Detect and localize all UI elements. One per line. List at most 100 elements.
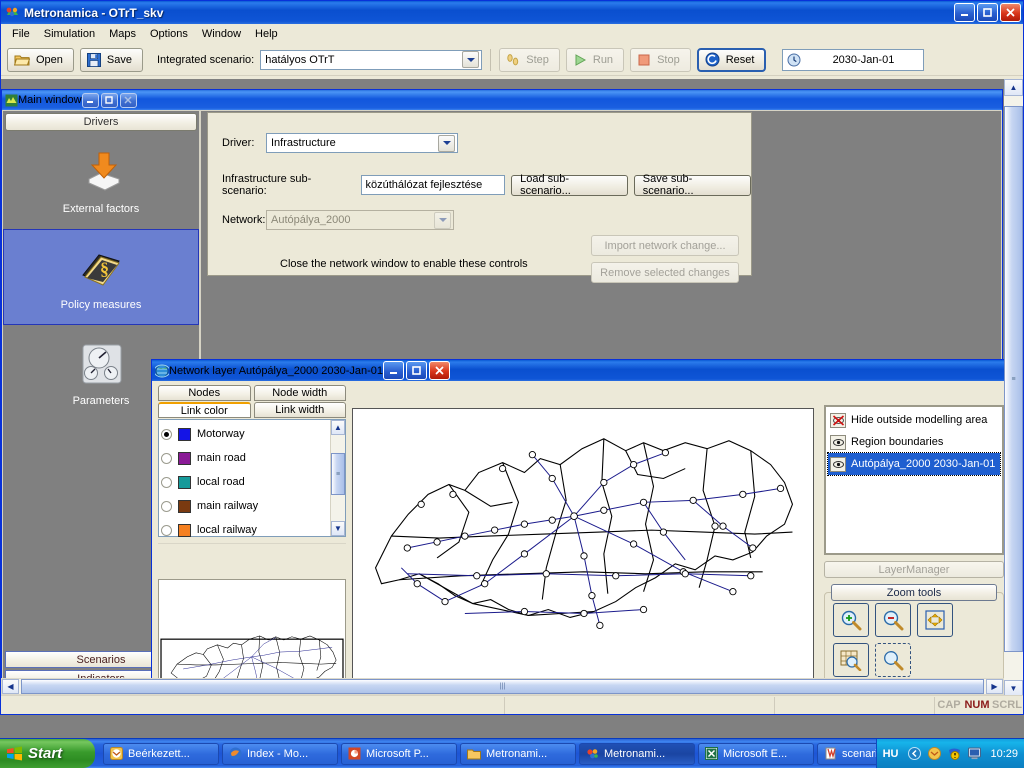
step-button[interactable]: Step [499,47,560,72]
simulation-date-field[interactable]: 2030-Jan-01 [782,48,925,71]
main-maximize-button[interactable] [100,92,118,108]
zoom-grid-icon[interactable] [833,643,869,677]
subscenario-field[interactable]: közúthálózat fejlesztése [360,175,506,195]
radio-icon[interactable] [161,500,172,512]
scroll-down-icon[interactable]: ▼ [331,521,345,536]
zoom-window-icon[interactable] [875,643,911,677]
open-button[interactable]: Open [7,47,74,72]
list-item[interactable]: Motorway [161,422,330,446]
zoom-extent-icon[interactable] [917,603,953,637]
eye-icon[interactable] [830,456,846,472]
hidden-eye-icon[interactable] [830,412,846,428]
mdi-vscrollbar[interactable]: ▲ ≡ ▼ [1004,79,1023,697]
tab-nodes[interactable]: Nodes [158,385,251,401]
network-map-canvas[interactable] [352,408,814,682]
eye-icon[interactable] [830,434,846,450]
driver-combo[interactable]: Infrastructure [266,133,458,153]
network-minimize-button[interactable] [383,361,405,380]
taskbar-item-excel[interactable]: Microsoft E... [698,742,814,765]
scroll-left-icon[interactable]: ◀ [2,679,19,694]
network-combo[interactable]: Autópálya_2000 [266,210,454,230]
start-button[interactable]: Start [0,739,95,768]
load-subscenario-button[interactable]: Load sub-scenario... [511,173,628,197]
nav-header-drivers[interactable]: Drivers [5,113,197,131]
network-maximize-button[interactable] [406,361,428,380]
tab-link-width[interactable]: Link width [253,402,346,418]
taskbar-item-metronamica-app[interactable]: Metronami... [579,742,695,765]
scroll-up-icon[interactable]: ▲ [331,420,345,435]
run-button[interactable]: Run [565,47,625,72]
menu-item-window[interactable]: Window [195,26,248,42]
sidebar-item-policy-measures[interactable]: § Policy measures [3,229,199,325]
radio-icon[interactable] [161,428,172,440]
layer-list[interactable]: Hide outside modelling area Region bound… [824,405,1004,555]
remove-selected-changes-button[interactable]: Remove selected changes [591,262,739,283]
integrated-scenario-combo[interactable]: hatályos OTrT [260,49,483,70]
list-item[interactable]: main road [161,446,330,470]
taskbar-item-metronamica-folder[interactable]: Metronami... [460,742,576,765]
radio-icon[interactable] [161,452,172,464]
menu-item-file[interactable]: File [5,26,37,42]
scroll-right-icon[interactable]: ▶ [986,679,1003,694]
color-swatch[interactable] [178,427,191,441]
import-network-change-button[interactable]: Import network change... [591,235,739,256]
layer-row-autopalya[interactable]: Autópálya_2000 2030-Jan-01 [827,452,1001,476]
radio-icon[interactable] [161,524,172,536]
minimize-button[interactable] [954,3,975,22]
scroll-up-icon[interactable]: ▲ [1004,79,1023,96]
taskbar-item-scenario[interactable]: scenario_e... [817,742,876,765]
mdi-hscroll-thumb[interactable]: ||| [21,679,984,694]
close-button[interactable] [1000,3,1021,22]
menu-item-maps[interactable]: Maps [102,26,143,42]
zoom-in-icon[interactable] [833,603,869,637]
color-swatch[interactable] [178,499,191,513]
tray-warning-icon[interactable] [947,746,962,761]
zoom-out-icon[interactable] [875,603,911,637]
mdi-vscroll-thumb[interactable]: ≡ [1004,106,1023,652]
list-item[interactable]: local railway [161,518,330,542]
chevron-down-icon[interactable] [434,211,451,229]
tray-network-icon[interactable] [967,746,982,761]
mdi-hscroll-track[interactable]: ||| [19,679,986,694]
taskbar-item-index[interactable]: Index - Mo... [222,742,338,765]
taskbar-clock[interactable]: 10:29 [990,748,1018,760]
maximize-button[interactable] [977,3,998,22]
mdi-vscroll-track[interactable]: ≡ [1004,96,1023,680]
main-close-button[interactable] [119,92,137,108]
layer-manager-button[interactable]: LayerManager [824,561,1004,578]
stop-button[interactable]: Stop [630,47,691,72]
mdi-hscrollbar[interactable]: ◀ ||| ▶ [1,678,1004,695]
tab-node-width[interactable]: Node width [253,385,346,401]
zoom-tools-title[interactable]: Zoom tools [831,584,997,601]
metronamica-icon [4,5,20,21]
taskbar-item-beerkezett[interactable]: Beérkezett... [103,742,219,765]
menu-item-options[interactable]: Options [143,26,195,42]
network-close-button[interactable] [429,361,451,380]
list-item[interactable]: main railway [161,494,330,518]
color-swatch[interactable] [178,523,191,537]
color-swatch[interactable] [178,451,191,465]
sidebar-item-external-factors[interactable]: External factors [3,133,199,229]
list-item[interactable]: local road [161,470,330,494]
save-subscenario-button[interactable]: Save sub-scenario... [633,173,751,197]
tray-mail-icon[interactable] [927,746,942,761]
tab-link-color[interactable]: Link color [158,402,251,418]
reset-button[interactable]: Reset [696,47,767,72]
save-button[interactable]: Save [79,47,143,72]
link-color-vscrollbar[interactable]: ▲ ≡ ▼ [330,420,345,536]
layer-row-region-boundaries[interactable]: Region boundaries [828,431,1000,453]
chevron-down-icon[interactable] [462,51,480,68]
chevron-down-icon[interactable] [438,134,455,152]
tray-expand-icon[interactable] [907,746,922,761]
language-indicator[interactable]: HU [883,748,899,760]
color-swatch[interactable] [178,475,191,489]
vscroll-thumb[interactable]: ≡ [331,453,345,495]
taskbar-item-powerpoint[interactable]: Microsoft P... [341,742,457,765]
vscroll-track[interactable]: ≡ [331,435,345,521]
main-minimize-button[interactable] [81,92,99,108]
layer-row-hide-outside[interactable]: Hide outside modelling area [828,409,1000,431]
radio-icon[interactable] [161,476,172,488]
link-color-listbox[interactable]: Motorway main road local road main railw… [158,419,346,561]
menu-item-help[interactable]: Help [248,26,285,42]
menu-item-simulation[interactable]: Simulation [37,26,102,42]
